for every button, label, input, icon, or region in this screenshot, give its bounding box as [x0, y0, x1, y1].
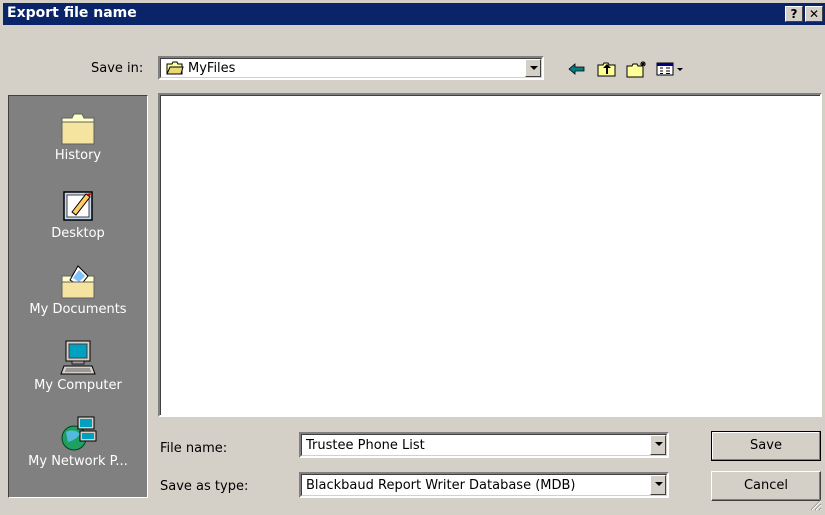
place-label: My Computer: [34, 378, 122, 393]
close-button[interactable]: ✕: [805, 6, 823, 22]
place-label: My Network P...: [28, 454, 128, 469]
file-name-label: File name:: [160, 441, 228, 456]
file-name-combo[interactable]: Trustee Phone List: [299, 432, 669, 458]
title-bar[interactable]: Export file name ? ✕: [3, 3, 825, 25]
save-as-type-label: Save as type:: [160, 479, 249, 494]
save-button-label: Save: [750, 438, 782, 453]
place-label: My Documents: [29, 302, 127, 317]
save-in-dropdown[interactable]: MyFiles: [158, 56, 544, 80]
place-label: Desktop: [51, 226, 105, 241]
save-as-type-value: Blackbaud Report Writer Database (MDB): [306, 478, 576, 493]
cancel-button[interactable]: Cancel: [711, 471, 821, 501]
view-menu-icon[interactable]: [654, 58, 688, 80]
folder-icon: [166, 61, 184, 75]
file-name-input[interactable]: Trustee Phone List: [306, 438, 425, 453]
my-documents-icon: [58, 262, 98, 302]
places-bar: History Desktop My Documents My Computer…: [8, 95, 148, 498]
place-desktop[interactable]: Desktop: [9, 186, 147, 241]
export-file-dialog: Export file name ? ✕ Save in: MyFiles Hi…: [0, 0, 825, 514]
place-label: History: [54, 148, 102, 163]
save-button[interactable]: Save: [711, 431, 821, 461]
file-name-dropdown-arrow[interactable]: [650, 435, 666, 455]
save-in-label: Save in:: [91, 61, 144, 76]
file-list-view[interactable]: [158, 93, 822, 417]
back-arrow-icon[interactable]: [566, 58, 588, 80]
place-my-computer[interactable]: My Computer: [9, 338, 147, 393]
cancel-button-label: Cancel: [743, 478, 789, 493]
save-as-type-dropdown-arrow[interactable]: [650, 475, 666, 495]
desktop-icon: [58, 186, 98, 226]
history-folder-icon: [58, 108, 98, 148]
resize-grip-icon[interactable]: [810, 499, 822, 511]
save-in-value: MyFiles: [188, 61, 236, 76]
up-folder-icon[interactable]: [596, 58, 618, 80]
my-computer-icon: [58, 338, 98, 378]
window-title: Export file name: [7, 5, 137, 21]
my-network-places-icon: [58, 414, 98, 454]
place-my-documents[interactable]: My Documents: [9, 262, 147, 317]
save-in-dropdown-arrow[interactable]: [525, 59, 541, 77]
place-my-network-places[interactable]: My Network P...: [9, 414, 147, 469]
save-as-type-dropdown[interactable]: Blackbaud Report Writer Database (MDB): [299, 472, 669, 498]
new-folder-icon[interactable]: [626, 58, 648, 80]
place-history[interactable]: History: [9, 108, 147, 163]
help-button[interactable]: ?: [785, 6, 803, 22]
